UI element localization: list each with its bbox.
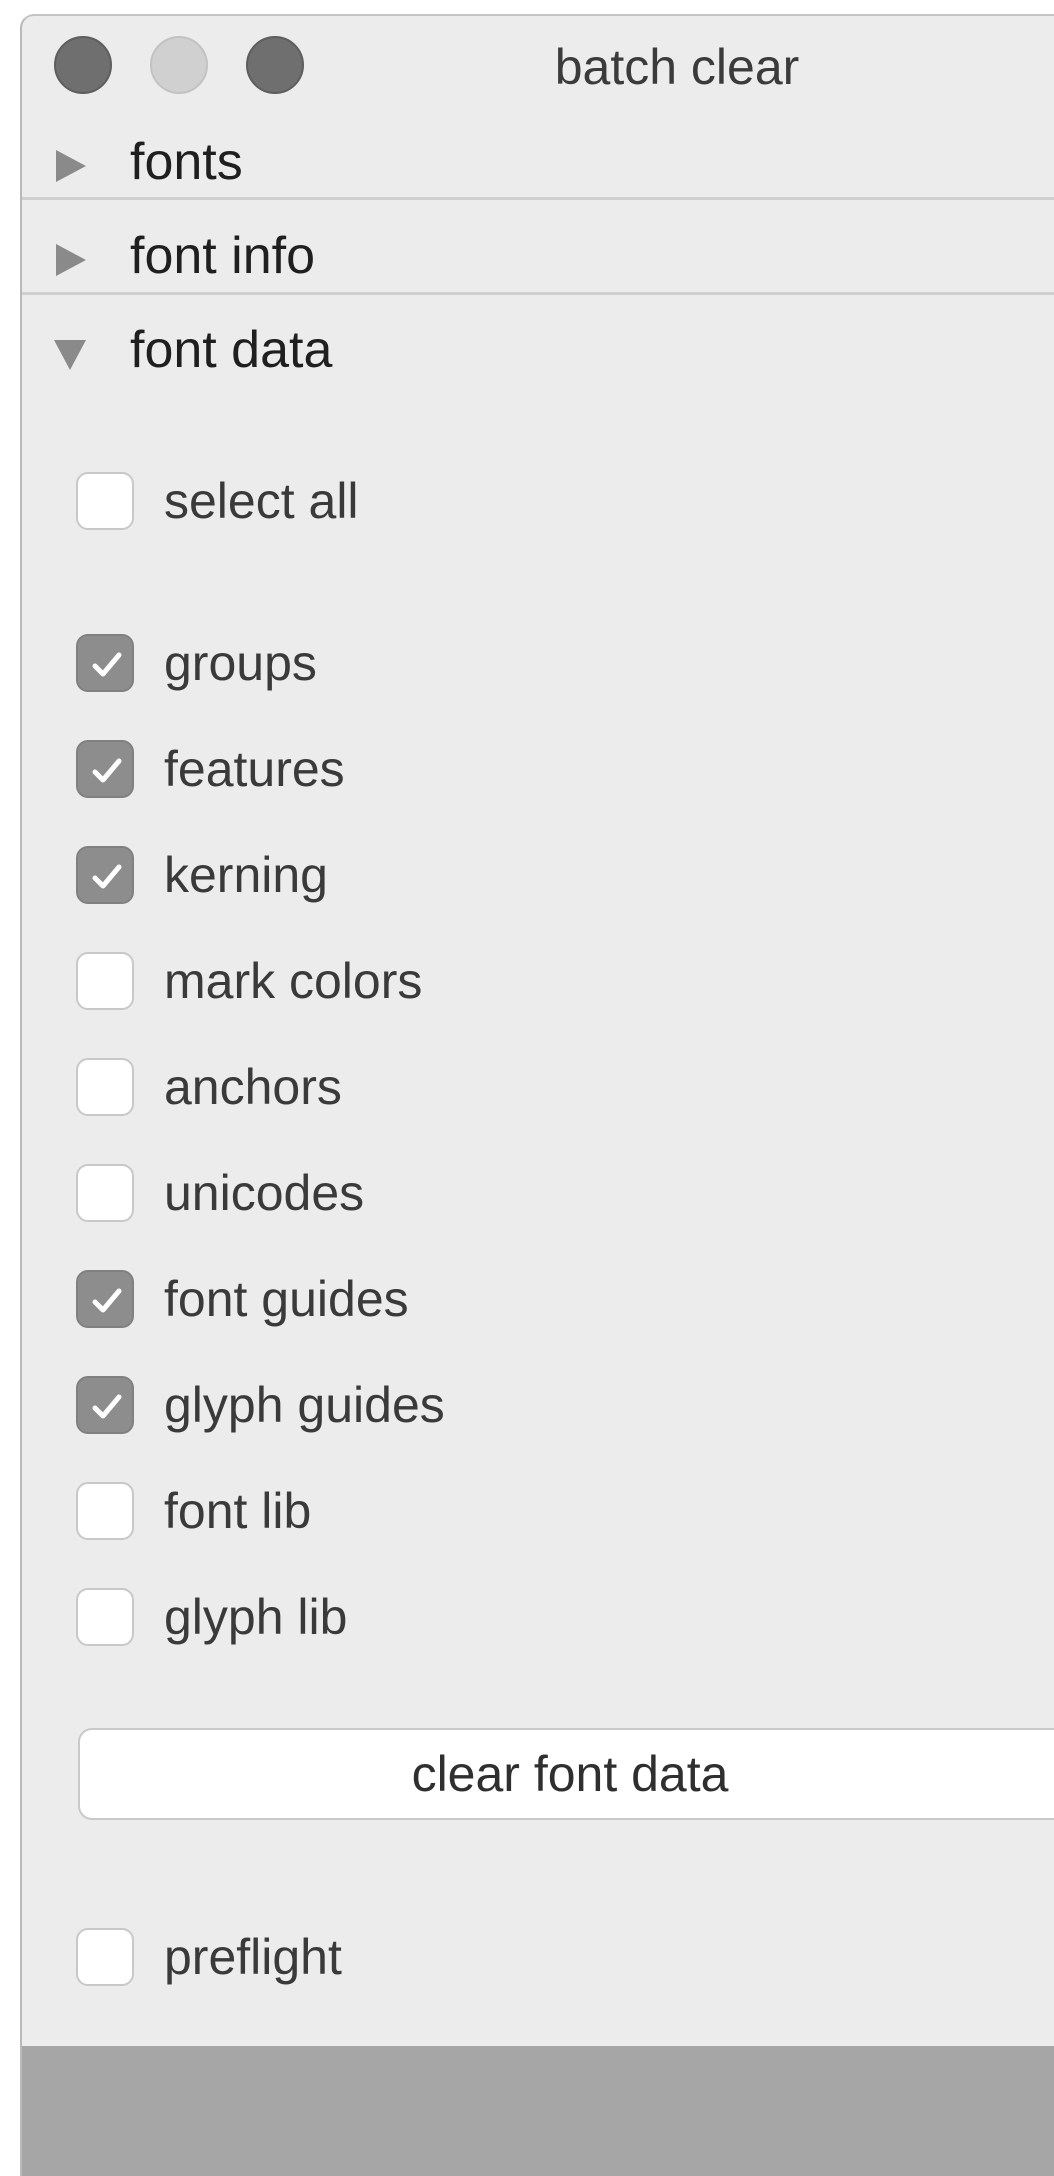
- section-font-info-label: font info: [130, 227, 316, 285]
- section-divider: [22, 197, 1054, 200]
- checkbox-box[interactable]: [76, 1928, 134, 1986]
- checkmark-icon: [92, 1394, 122, 1419]
- checkbox-box[interactable]: [76, 1588, 134, 1646]
- clear-font-data-button-label: clear font data: [411, 1746, 729, 1802]
- checkmark-icon: [92, 652, 122, 677]
- font-guides-checkbox[interactable]: font guides: [76, 1264, 976, 1334]
- checkbox-label: preflight: [164, 1929, 342, 1985]
- window-title: batch clear: [554, 39, 800, 95]
- section-divider: [22, 292, 1054, 295]
- checkbox-label: font guides: [164, 1271, 409, 1327]
- checkbox-box[interactable]: [76, 634, 134, 692]
- groups-checkbox[interactable]: groups: [76, 628, 976, 698]
- section-fonts-label: fonts: [130, 133, 243, 191]
- checkbox-box[interactable]: [76, 1376, 134, 1434]
- checkbox-box[interactable]: [76, 1482, 134, 1540]
- checkbox-box[interactable]: [76, 952, 134, 1010]
- checkbox-label: font lib: [164, 1483, 312, 1539]
- checkbox-box[interactable]: [76, 1270, 134, 1328]
- checkmark-icon: [92, 1288, 122, 1313]
- glyph-lib-checkbox[interactable]: glyph lib: [76, 1582, 976, 1652]
- triangle-right-icon: [56, 244, 86, 276]
- checkbox-label: mark colors: [164, 953, 423, 1009]
- features-checkbox[interactable]: features: [76, 734, 976, 804]
- triangle-right-icon: [56, 150, 86, 182]
- section-font-data-label: font data: [130, 321, 333, 379]
- checkmark-icon: [92, 864, 122, 889]
- bottom-bar: [22, 2046, 1054, 2176]
- checkbox-label: glyph guides: [164, 1377, 445, 1433]
- triangle-down-icon: [54, 340, 86, 370]
- anchors-checkbox[interactable]: anchors: [76, 1052, 976, 1122]
- checkbox-box[interactable]: [76, 740, 134, 798]
- checkbox-label: glyph lib: [164, 1589, 348, 1645]
- unicodes-checkbox[interactable]: unicodes: [76, 1158, 976, 1228]
- glyph-guides-checkbox[interactable]: glyph guides: [76, 1370, 976, 1440]
- checkbox-box[interactable]: [76, 846, 134, 904]
- checkbox-label: features: [164, 741, 345, 797]
- checkmark-icon: [92, 758, 122, 783]
- mark-colors-checkbox[interactable]: mark colors: [76, 946, 976, 1016]
- title-bar[interactable]: batch clear: [22, 16, 1054, 128]
- checkbox-box[interactable]: [76, 1164, 134, 1222]
- checkbox-box[interactable]: [76, 1058, 134, 1116]
- section-font-data[interactable]: font data: [22, 304, 1054, 400]
- select-all-checkbox[interactable]: select all: [76, 466, 976, 536]
- checkbox-label: select all: [164, 473, 359, 529]
- font-lib-checkbox[interactable]: font lib: [76, 1476, 976, 1546]
- batch-clear-window: batch clear fonts font info font data se…: [20, 14, 1054, 2176]
- checkbox-box[interactable]: [76, 472, 134, 530]
- kerning-checkbox[interactable]: kerning: [76, 840, 976, 910]
- clear-font-data-button[interactable]: clear font data: [78, 1728, 1054, 1820]
- checkbox-label: unicodes: [164, 1165, 365, 1221]
- checkbox-label: groups: [164, 635, 317, 691]
- checkbox-label: kerning: [164, 847, 328, 903]
- checkbox-label: anchors: [164, 1059, 342, 1115]
- preflight-checkbox[interactable]: preflight: [76, 1922, 976, 1992]
